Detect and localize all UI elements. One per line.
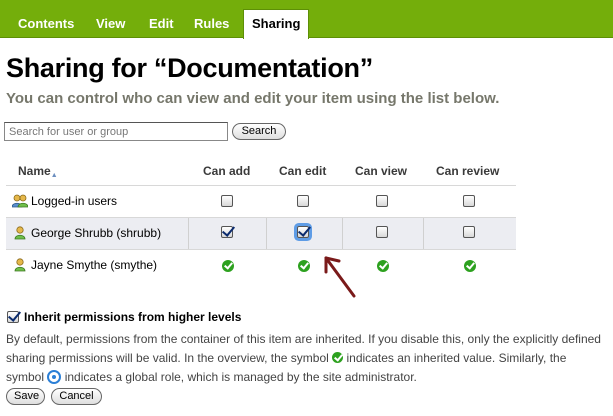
annotation-arrow-icon — [324, 256, 356, 298]
can-view-checkbox[interactable] — [376, 226, 388, 238]
tab-rules[interactable]: Rules — [186, 10, 237, 38]
global-role-icon — [47, 370, 62, 384]
column-header-can-edit: Can edit — [279, 164, 327, 178]
can-edit-checkbox[interactable] — [297, 226, 309, 238]
can-edit-checkbox[interactable] — [297, 195, 309, 207]
row-name: Logged-in users — [11, 194, 118, 208]
can-add-checkbox[interactable] — [221, 195, 233, 207]
inherited-check-icon — [377, 260, 389, 272]
search-input[interactable] — [4, 122, 228, 141]
tab-bar: Contents View Edit Rules Sharing — [0, 0, 613, 39]
inherited-check-icon — [298, 260, 310, 272]
column-header-can-review: Can review — [436, 164, 500, 178]
row-name: Jayne Smythe (smythe) — [12, 258, 157, 272]
page-title: Sharing for “Documentation” — [6, 53, 373, 83]
user-icon — [12, 226, 28, 240]
row-name-label: Jayne Smythe (smythe) — [31, 258, 158, 272]
group-icon — [11, 194, 29, 208]
tab-edit[interactable]: Edit — [141, 10, 182, 38]
cell-divider — [266, 218, 267, 250]
row-name-label: George Shrubb (shrubb) — [31, 226, 162, 240]
inherit-permissions-label: Inherit permissions from higher levels — [24, 310, 242, 324]
user-icon — [12, 258, 28, 272]
inherited-check-icon — [464, 260, 476, 272]
column-header-can-add: Can add — [203, 164, 251, 178]
description-text: indicates a global role, which is manage… — [64, 370, 417, 384]
can-view-checkbox[interactable] — [376, 195, 388, 207]
inherited-check-icon — [222, 260, 234, 272]
tab-view[interactable]: View — [88, 10, 133, 38]
row-name: George Shrubb (shrubb) — [12, 226, 161, 240]
tab-contents[interactable]: Contents — [10, 10, 82, 38]
cell-divider — [342, 218, 343, 250]
row-name-label: Logged-in users — [31, 194, 118, 208]
inherited-symbol-icon — [332, 352, 344, 363]
can-review-checkbox[interactable] — [463, 226, 475, 238]
can-add-checkbox[interactable] — [221, 226, 233, 238]
inherit-description: By default, permissions from the contain… — [6, 330, 606, 387]
search-button[interactable]: Search — [232, 123, 286, 140]
save-button[interactable]: Save — [6, 388, 45, 405]
can-review-checkbox[interactable] — [463, 195, 475, 207]
cell-divider — [188, 218, 189, 250]
sort-ascending-icon: ▲ — [50, 172, 58, 179]
cancel-button[interactable]: Cancel — [51, 388, 102, 405]
inherit-permissions-checkbox[interactable] — [7, 311, 19, 323]
column-header-name-label: Name — [18, 164, 51, 178]
tab-sharing[interactable]: Sharing — [243, 9, 310, 39]
column-header-name[interactable]: Name▲ — [18, 164, 58, 179]
column-header-can-view: Can view — [355, 164, 408, 178]
page-subtitle: You can control who can view and edit yo… — [6, 90, 500, 107]
cell-divider — [423, 218, 424, 250]
